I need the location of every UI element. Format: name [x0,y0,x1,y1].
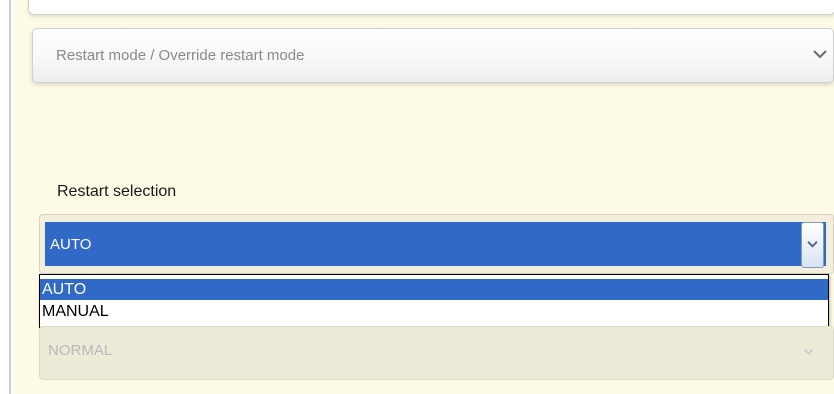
restart-mode-accordion-header[interactable]: Restart mode / Override restart mode [32,28,834,83]
restart-selection-value: AUTO [50,236,92,253]
chevron-down-icon [803,349,814,355]
restart-selection-select[interactable] [45,222,826,266]
chevron-down-icon [807,241,818,248]
accordion-title: Restart mode / Override restart mode [56,47,305,64]
restart-override-value: NORMAL [48,342,113,359]
left-border-strip [0,0,14,394]
previous-panel-edge [28,0,834,15]
chevron-down-icon[interactable] [812,49,828,59]
restart-selection-dropdown-list: AUTO MANUAL [39,274,829,328]
dropdown-option-manual[interactable]: MANUAL [40,301,828,322]
dropdown-option-auto[interactable]: AUTO [40,279,828,300]
restart-override-select [39,326,834,380]
left-border-line [9,0,11,394]
restart-selection-dropdown-button[interactable] [801,222,824,268]
restart-selection-label: Restart selection [57,183,177,200]
